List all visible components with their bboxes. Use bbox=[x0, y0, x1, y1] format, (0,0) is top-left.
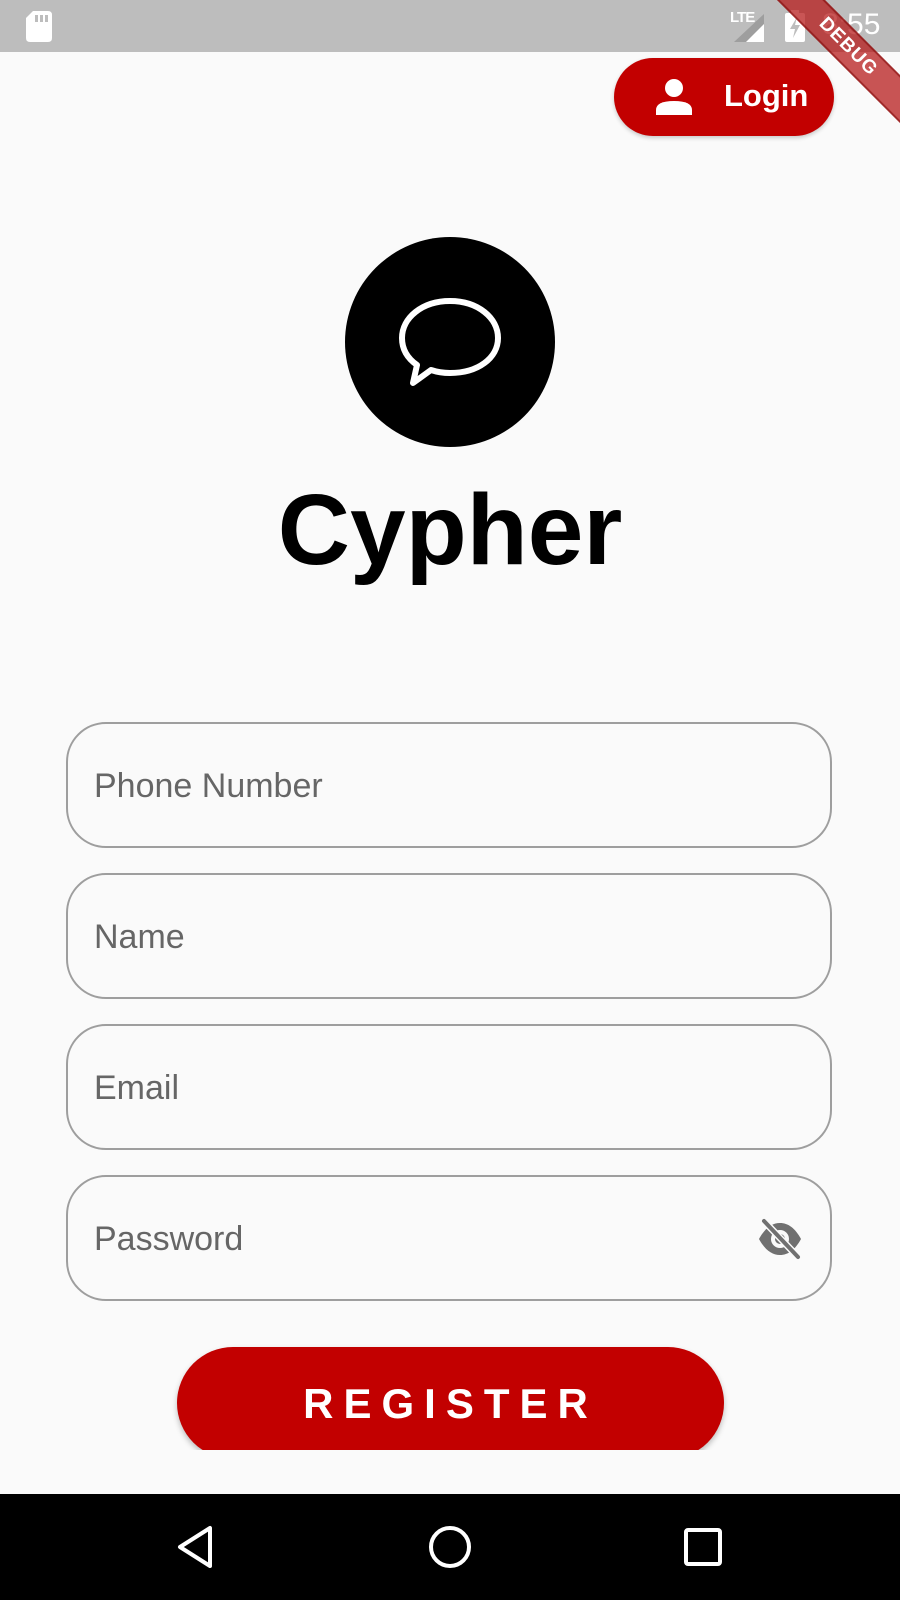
password-input[interactable] bbox=[92, 1177, 736, 1301]
chat-bubble-icon bbox=[399, 298, 501, 386]
name-input[interactable] bbox=[92, 875, 736, 999]
signal-icon bbox=[734, 14, 764, 42]
login-button[interactable]: Login bbox=[614, 58, 834, 136]
register-label: REGISTER bbox=[303, 1380, 598, 1427]
scroll-clip bbox=[0, 1450, 900, 1494]
system-nav-bar bbox=[0, 1494, 900, 1600]
name-field[interactable] bbox=[66, 873, 832, 999]
back-icon[interactable] bbox=[170, 1520, 224, 1574]
app-title: Cypher bbox=[277, 474, 623, 586]
phone-number-input[interactable] bbox=[92, 724, 736, 848]
recents-icon[interactable] bbox=[676, 1520, 730, 1574]
password-field[interactable] bbox=[66, 1175, 832, 1301]
email-field[interactable] bbox=[66, 1024, 832, 1150]
eye-off-icon[interactable] bbox=[756, 1217, 804, 1261]
register-screen: LTE 8:55 DEBUG Login Cypher Phone Number… bbox=[0, 0, 900, 1600]
sd-card-icon bbox=[26, 11, 52, 42]
phone-number-field[interactable] bbox=[66, 722, 832, 848]
login-label: Login bbox=[724, 78, 809, 113]
register-button[interactable]: REGISTER bbox=[177, 1347, 724, 1459]
home-icon[interactable] bbox=[423, 1520, 477, 1574]
email-input[interactable] bbox=[92, 1026, 736, 1150]
status-bar: LTE 8:55 DEBUG bbox=[0, 0, 900, 130]
person-icon bbox=[656, 79, 692, 115]
app-logo bbox=[345, 237, 555, 447]
